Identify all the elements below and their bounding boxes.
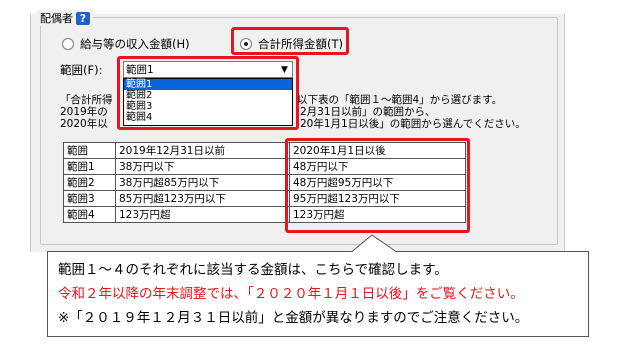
range-label: 範囲(F): xyxy=(60,63,103,77)
table-cell: 範囲3 xyxy=(63,190,116,207)
description-line1-right: 以下表の「範囲１～範囲4」から選びます。 xyxy=(297,94,503,106)
table-cell: 範囲2 xyxy=(63,174,116,191)
highlight-2020-column xyxy=(285,138,470,233)
callout-line-3: ※「２０１９年１２月３１日以前」と金額が異なりますのでご注意ください。 xyxy=(58,310,529,326)
highlight-range-dropdown xyxy=(117,56,299,130)
highlight-total-option xyxy=(231,27,349,55)
callout-line-2: 令和２年以降の年末調整では、「２０２０年１月１日以後」をご覧ください。 xyxy=(58,286,524,302)
description-line3-right: 20年1月1日以後」の範囲から選んでください。 xyxy=(300,118,526,130)
note-callout: 範囲１～４のそれぞれに該当する金額は、こちらで確認します。 令和２年以降の年末調… xyxy=(47,251,589,337)
table-cell: 85万円超123万円以下 xyxy=(115,190,290,207)
table-cell: 38万円以下 xyxy=(115,158,290,175)
description-line1-left: 「合計所得 xyxy=(60,94,113,106)
description-line2-right: 2月31日以前」の範囲から、 xyxy=(300,106,436,118)
radio-circle-icon[interactable] xyxy=(62,38,74,50)
groupbox-title: 配偶者 xyxy=(40,12,73,25)
callout-line-1: 範囲１～４のそれぞれに該当する金額は、こちらで確認します。 xyxy=(58,262,448,278)
help-icon[interactable]: ? xyxy=(76,11,90,25)
radio-salary-income[interactable]: 給与等の収入金額(H) xyxy=(62,36,190,52)
description-line3-left: 2020年以 xyxy=(60,118,108,130)
radio-salary-label: 給与等の収入金額(H) xyxy=(80,37,190,51)
groupbox-legend: 配偶者 ? xyxy=(37,10,93,26)
table-cell: 38万円超85万円以下 xyxy=(115,174,290,191)
table-cell: 範囲4 xyxy=(63,206,116,223)
description-line2-left: 2019年の xyxy=(60,106,108,118)
table-header-cell: 範囲 xyxy=(63,142,116,159)
table-cell: 範囲1 xyxy=(63,158,116,175)
table-cell: 123万円超 xyxy=(115,206,290,223)
table-header-cell: 2019年12月31日以前 xyxy=(115,142,290,159)
